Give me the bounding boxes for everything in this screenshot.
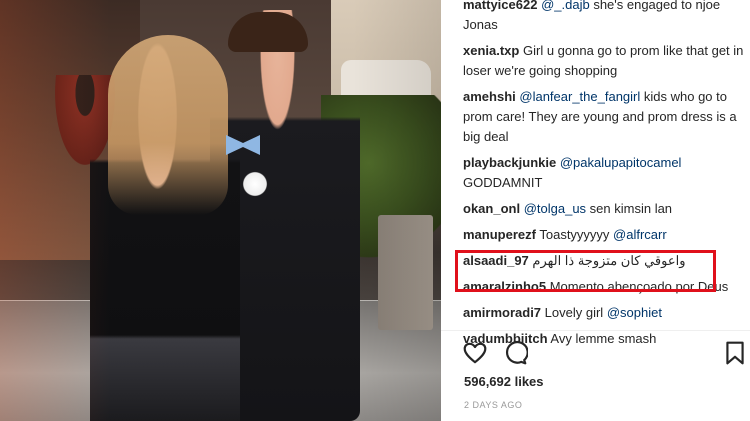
comment-text: Toastyyyyyy [539, 227, 614, 242]
comment-item: amehshi @lanfear_the_fangirl kids who go… [463, 87, 748, 147]
heart-icon[interactable] [462, 340, 488, 366]
comment-username[interactable]: mattyice622 [463, 0, 537, 12]
comment-username[interactable]: amirmoradi7 [463, 305, 541, 320]
comment-username[interactable]: amaralzinho5 [463, 279, 546, 294]
action-bar [462, 340, 750, 366]
comment-username[interactable]: alsaadi_97 [463, 253, 529, 268]
like-count[interactable]: 596,692 likes [464, 374, 544, 389]
post-timestamp[interactable]: 2 DAYS AGO [464, 400, 522, 410]
comment-text: sen kimsin lan [586, 201, 673, 216]
comment-username[interactable]: okan_onl [463, 201, 520, 216]
bookmark-icon[interactable] [722, 340, 748, 366]
comment-list: mattyice622 @_.dajb she's engaged to njo… [463, 0, 748, 355]
comment-mention[interactable]: @pakalupapitocamel [560, 155, 682, 170]
comment-mention[interactable]: @alfrcarr [613, 227, 667, 242]
comment-item: okan_onl @tolga_us sen kimsin lan [463, 199, 748, 219]
divider [441, 330, 750, 331]
comment-username[interactable]: manuperezf [463, 227, 536, 242]
comment-text: GODDAMNIT [463, 175, 543, 190]
comment-mention[interactable]: @tolga_us [524, 201, 586, 216]
comment-icon[interactable] [502, 340, 529, 366]
comment-username[interactable]: amehshi [463, 89, 516, 104]
comment-text: Lovely girl [544, 305, 607, 320]
comment-item: amirmoradi7 Lovely girl @sophiet [463, 303, 748, 323]
photo-filter [0, 0, 441, 421]
comment-item: manuperezf Toastyyyyyy @alfrcarr [463, 225, 748, 245]
comment-item: alsaadi_97 واعوقي كان متزوجة ذا الهرم [463, 251, 748, 271]
comment-mention[interactable]: @_.dajb [541, 0, 590, 12]
comment-item: mattyice622 @_.dajb she's engaged to njo… [463, 0, 748, 35]
comment-item: amaralzinho5 Momento abençoado por Deus [463, 277, 748, 297]
comment-username[interactable]: xenia.txp [463, 43, 519, 58]
comment-item: playbackjunkie @pakalupapitocamel GODDAM… [463, 153, 748, 193]
comment-username[interactable]: playbackjunkie [463, 155, 556, 170]
comment-item: xenia.txp Girl u gonna go to prom like t… [463, 41, 748, 81]
comment-text: واعوقي كان متزوجة ذا الهرم [532, 253, 686, 268]
comment-mention[interactable]: @lanfear_the_fangirl [519, 89, 640, 104]
post-photo [0, 0, 441, 421]
comment-text: Momento abençoado por Deus [549, 279, 729, 294]
comment-mention[interactable]: @sophiet [607, 305, 662, 320]
